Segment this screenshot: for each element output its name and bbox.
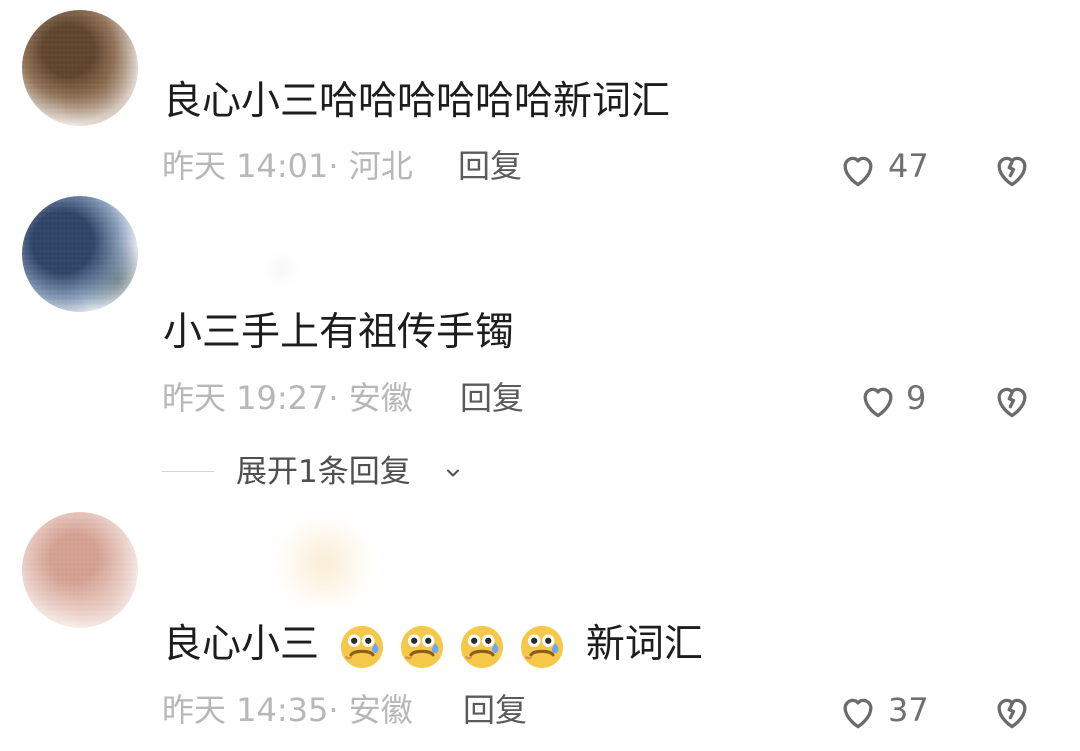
emoji-row: [337, 622, 567, 672]
comment-meta: 昨天 14:35· 安徽: [162, 691, 413, 729]
comment-meta: 昨天 14:01· 河北: [162, 147, 413, 185]
comment-text-prefix: 良心小三: [163, 622, 320, 667]
reply-button[interactable]: 回复: [458, 146, 522, 186]
cold-sweat-face-emoji: [397, 622, 447, 672]
cold-sweat-face-emoji: [457, 622, 507, 672]
expand-replies-label[interactable]: 展开1条回复: [236, 452, 411, 492]
broken-heart-icon[interactable]: [990, 378, 1034, 422]
heart-outline-icon[interactable]: [836, 689, 880, 733]
blurred-username: [266, 520, 372, 606]
comment-text: 良心小三哈哈哈哈哈哈新词汇: [163, 79, 671, 124]
cold-sweat-face-emoji: [337, 622, 387, 672]
comment-text-suffix: 新词汇: [585, 622, 703, 667]
comment-meta: 昨天 19:27· 安徽: [162, 379, 413, 417]
broken-heart-icon[interactable]: [990, 689, 1034, 733]
avatar-texture: [22, 196, 138, 312]
heart-outline-icon[interactable]: [856, 378, 900, 422]
reply-button[interactable]: 回复: [460, 378, 524, 418]
comment-text: 小三手上有祖传手镯: [163, 310, 515, 355]
chevron-down-icon[interactable]: [443, 463, 463, 483]
comment-text: 良心小三 新词汇: [163, 621, 703, 672]
reply-button[interactable]: 回复: [463, 690, 527, 730]
like-count: 37: [888, 691, 929, 729]
cold-sweat-face-emoji: [517, 622, 567, 672]
commenter-avatar[interactable]: [22, 196, 138, 312]
commenter-avatar[interactable]: [22, 512, 138, 628]
avatar-texture: [22, 10, 138, 126]
like-count: 9: [906, 379, 927, 417]
broken-heart-icon[interactable]: [990, 147, 1034, 191]
avatar-texture: [22, 512, 138, 628]
blurred-username: [270, 258, 292, 280]
heart-outline-icon[interactable]: [836, 147, 880, 191]
reply-thread-divider: [162, 471, 214, 472]
like-count: 47: [888, 147, 929, 185]
commenter-avatar[interactable]: [22, 10, 138, 126]
